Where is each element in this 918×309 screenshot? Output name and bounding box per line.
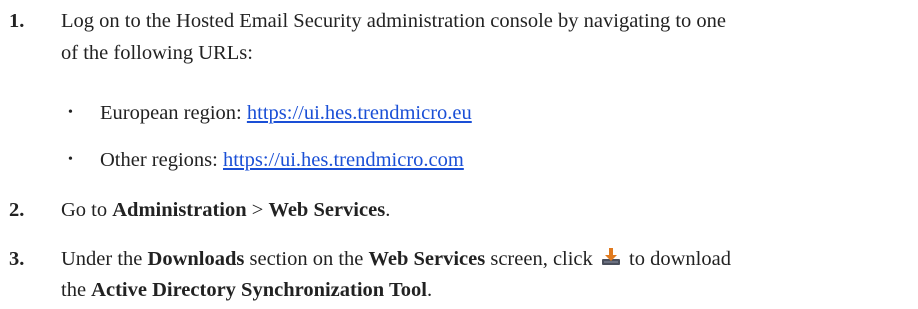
ui-term-administration: Administration bbox=[112, 199, 247, 221]
ui-term-web-services: Web Services bbox=[368, 248, 486, 270]
step-line: of the following URLs: bbox=[61, 42, 253, 64]
url-link-eu[interactable]: https://ui.hes.trendmicro.eu bbox=[247, 102, 472, 124]
ui-term-web-services: Web Services bbox=[268, 199, 386, 221]
bullet-text: European region: https://ui.hes.trendmic… bbox=[100, 98, 472, 128]
step-number: 1. bbox=[9, 10, 25, 32]
step-text: Under the Downloads section on the Web S… bbox=[61, 244, 911, 305]
ui-term-downloads: Downloads bbox=[147, 248, 245, 270]
step-number: 2. bbox=[9, 199, 25, 221]
text-run: Under the bbox=[61, 248, 148, 270]
text-run: to download bbox=[623, 248, 731, 270]
text-run: . bbox=[426, 279, 433, 301]
text-run: screen, click bbox=[485, 248, 598, 270]
step-line: Under the Downloads section on the Web S… bbox=[61, 244, 911, 274]
download-icon bbox=[600, 246, 622, 268]
ui-term-ad-sync-tool: Active Directory Synchronization Tool bbox=[91, 279, 427, 301]
bullet-icon: • bbox=[68, 152, 73, 167]
step-line: the Active Directory Synchronization Too… bbox=[61, 275, 911, 305]
text-run: . bbox=[385, 199, 391, 221]
bullet-label: European region: bbox=[100, 102, 247, 124]
url-link-com[interactable]: https://ui.hes.trendmicro.com bbox=[223, 149, 464, 171]
text-run: > bbox=[246, 199, 269, 221]
step-number: 3. bbox=[9, 248, 25, 270]
step-text: Log on to the Hosted Email Security admi… bbox=[61, 6, 911, 68]
step-line: Log on to the Hosted Email Security admi… bbox=[61, 10, 726, 32]
bullet-text: Other regions: https://ui.hes.trendmicro… bbox=[100, 145, 464, 175]
bullet-label: Other regions: bbox=[100, 149, 223, 171]
step-text: Go to Administration > Web Services. bbox=[61, 195, 911, 225]
text-run: Go to bbox=[61, 199, 113, 221]
text-run: the bbox=[61, 279, 92, 301]
text-run: section on the bbox=[244, 248, 369, 270]
bullet-icon: • bbox=[68, 105, 73, 120]
